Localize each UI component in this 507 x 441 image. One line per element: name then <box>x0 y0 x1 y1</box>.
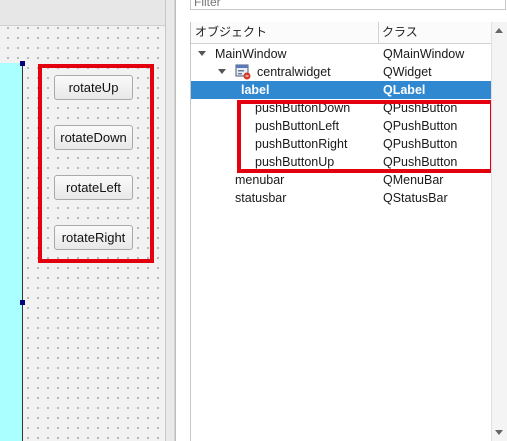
panel-splitter[interactable] <box>165 0 175 441</box>
form-canvas[interactable]: rotateUp rotateDown rotateLeft rotateRig… <box>0 0 165 441</box>
tree-header: オブジェクト クラス <box>191 22 507 44</box>
tree-row-pushbuttondown[interactable]: pushButtonDown QPushButton <box>191 99 494 117</box>
tree-row-label[interactable]: label QLabel <box>191 81 494 99</box>
object-inspector: オブジェクト クラス MainWindow QMainWindow centra… <box>175 0 507 441</box>
canvas-top-strip <box>0 0 165 26</box>
column-divider[interactable] <box>378 22 379 43</box>
object-name: statusbar <box>235 191 287 205</box>
filter-input[interactable] <box>190 0 506 10</box>
tree-row-centralwidget[interactable]: centralwidget QWidget <box>191 63 494 81</box>
chevron-down-icon[interactable] <box>218 69 226 74</box>
object-name: centralwidget <box>257 65 331 79</box>
tree-row-mainwindow[interactable]: MainWindow QMainWindow <box>191 45 494 63</box>
widget-icon <box>235 64 251 80</box>
object-name: label <box>241 83 270 97</box>
object-name: menubar <box>235 173 285 187</box>
object-class: QPushButton <box>383 119 458 133</box>
tree-row-pushbuttonleft[interactable]: pushButtonLeft QPushButton <box>191 117 494 135</box>
object-class: QStatusBar <box>383 191 448 205</box>
tree-row-pushbuttonright[interactable]: pushButtonRight QPushButton <box>191 135 494 153</box>
object-class: QPushButton <box>383 101 458 115</box>
object-class: QMainWindow <box>383 47 465 61</box>
object-class: QPushButton <box>383 137 458 151</box>
chevron-down-icon[interactable] <box>198 51 206 56</box>
rotate-up-button[interactable]: rotateUp <box>54 75 133 100</box>
column-header-object[interactable]: オブジェクト <box>195 22 267 43</box>
object-class: QWidget <box>383 65 432 79</box>
column-header-class[interactable]: クラス <box>382 22 418 43</box>
object-name: pushButtonLeft <box>255 119 340 133</box>
object-name: pushButtonDown <box>255 101 351 115</box>
object-name: pushButtonUp <box>255 155 335 169</box>
selection-handle-middle[interactable] <box>20 300 25 305</box>
tree-row-pushbuttonup[interactable]: pushButtonUp QPushButton <box>191 153 494 171</box>
object-name: pushButtonRight <box>255 137 348 151</box>
rotate-left-button[interactable]: rotateLeft <box>54 175 133 200</box>
object-class: QPushButton <box>383 155 458 169</box>
selection-handle-top[interactable] <box>20 61 25 66</box>
vertical-scrollbar[interactable] <box>491 22 507 441</box>
object-tree[interactable]: オブジェクト クラス MainWindow QMainWindow centra… <box>190 22 507 441</box>
object-class: QMenuBar <box>383 173 444 187</box>
rotate-right-button[interactable]: rotateRight <box>54 225 133 250</box>
object-name: MainWindow <box>215 47 287 61</box>
object-class: QLabel <box>383 83 426 97</box>
scroll-up-arrow-icon[interactable] <box>495 28 503 33</box>
rotate-down-button[interactable]: rotateDown <box>54 125 133 150</box>
tree-row-statusbar[interactable]: statusbar QStatusBar <box>191 189 494 207</box>
tree-row-menubar[interactable]: menubar QMenuBar <box>191 171 494 189</box>
scroll-down-arrow-icon[interactable] <box>495 430 503 435</box>
label-widget-preview[interactable] <box>0 63 23 441</box>
